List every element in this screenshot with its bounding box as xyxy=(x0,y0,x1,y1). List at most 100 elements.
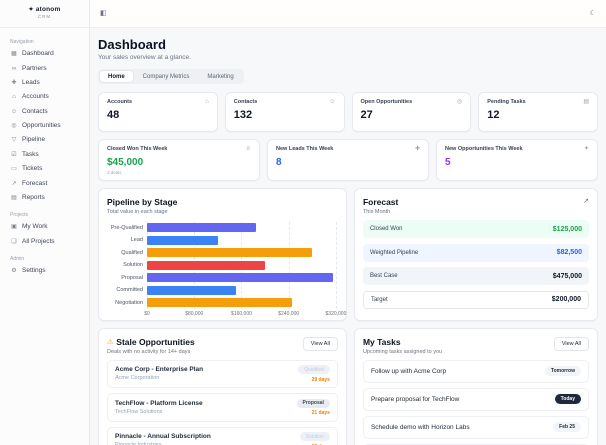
opportunity-item[interactable]: Acme Corp - Enterprise Plan Acme Corporat… xyxy=(107,359,338,388)
tab-company-metrics[interactable]: Company Metrics xyxy=(135,71,198,82)
chart-row-solution: Solution xyxy=(107,259,338,272)
sidebar-item-dashboard[interactable]: ▦ Dashboard xyxy=(0,47,89,61)
sidebar-item-label: Tickets xyxy=(22,165,43,173)
stat-card-value: 48 xyxy=(107,109,120,121)
highlight-card-closed-won-this-week: Closed Won This Week ♕ $45,000 3 deals xyxy=(98,139,260,181)
sidebar-item-label: Forecast xyxy=(22,179,48,187)
middle-row: Pipeline by Stage Total value in each st… xyxy=(98,188,598,321)
check-square-icon: ☑ xyxy=(11,151,17,158)
stale-subtitle: Deals with no activity for 14+ days xyxy=(107,348,191,355)
chart-category-label: Solution xyxy=(123,262,143,269)
task-item[interactable]: Follow up with Acme Corp Tomorrow xyxy=(362,359,589,383)
sidebar-toggle-icon[interactable]: ◧ xyxy=(100,10,107,18)
chart-row-qualified: Qualified xyxy=(107,247,338,260)
chart-row-negotiation: Negotiation xyxy=(107,297,338,310)
trend-up-icon: ↗ xyxy=(583,198,589,205)
highlight-card-note: 3 deals xyxy=(107,169,122,175)
sidebar-item-label: Reports xyxy=(22,193,45,201)
tab-home[interactable]: Home xyxy=(100,71,133,82)
sidebar-item-tasks[interactable]: ☑ Tasks xyxy=(0,148,89,162)
opportunity-name: Pinnacle - Annual Subscription xyxy=(115,433,211,441)
tasks-panel: My Tasks Upcoming tasks assigned to you … xyxy=(353,328,598,445)
highlights-row: Closed Won This Week ♕ $45,000 3 deals New L… xyxy=(98,139,598,181)
sidebar-item-label: Dashboard xyxy=(22,50,54,58)
forecast-title: Forecast xyxy=(362,197,399,207)
clipboard-icon: ▤ xyxy=(583,99,589,105)
pipeline-subtitle: Total value in each stage xyxy=(107,208,168,215)
stat-card-label: Open Opportunities xyxy=(360,99,413,105)
ticket-icon: ▭ xyxy=(11,166,17,173)
stale-opportunities-panel: ⚠ Stale Opportunities Deals with no acti… xyxy=(98,328,347,445)
chart-category-label: Pre-Qualified xyxy=(110,224,143,231)
sidebar-item-settings[interactable]: ⚙ Settings xyxy=(0,264,89,278)
sidebar-item-pipeline[interactable]: ▽ Pipeline xyxy=(0,133,89,147)
users-icon: ☺ xyxy=(10,108,18,115)
sidebar-item-label: Settings xyxy=(22,267,46,275)
sidebar-item-label: My Work xyxy=(22,223,48,231)
user-plus-icon: ✚ xyxy=(11,79,17,86)
forecast-row-value: $125,000 xyxy=(552,225,582,233)
forecast-row-label: Closed Won xyxy=(369,226,403,232)
user-plus-icon: ✚ xyxy=(414,146,420,152)
task-label: Prepare proposal for TechFlow xyxy=(370,395,460,403)
sidebar-item-label: Pipeline xyxy=(22,136,46,144)
highlight-card-label: New Opportunities This Week xyxy=(445,146,523,152)
sidebar-item-opportunities[interactable]: ◎ Opportunities xyxy=(0,119,89,133)
sidebar-item-reports[interactable]: ▤ Reports xyxy=(0,191,89,205)
x-tick-label: $80,000 xyxy=(185,311,204,317)
chart-bar-track xyxy=(147,260,336,270)
stale-title: Stale Opportunities xyxy=(116,337,195,347)
topbar: ◧ ☾ xyxy=(90,0,606,28)
trophy-icon: ♕ xyxy=(245,146,251,152)
task-item[interactable]: Schedule demo with Horizon Labs Feb 25 xyxy=(362,415,589,439)
stage-badge: Qualified xyxy=(298,365,330,374)
tab-bar: Home Company Metrics Marketing xyxy=(98,69,244,84)
opportunity-name: Acme Corp - Enterprise Plan xyxy=(115,366,204,374)
tasks-view-all-button[interactable]: View All xyxy=(553,337,589,351)
logo-subtext: CRM xyxy=(37,14,52,19)
stage-badge: Proposal xyxy=(296,398,330,408)
task-due-badge: Today xyxy=(554,394,581,404)
opportunity-item[interactable]: TechFlow - Platform License TechFlow Solu… xyxy=(107,393,338,422)
chart-category-label: Committed xyxy=(116,287,143,294)
chart-category-label: Negotiation xyxy=(115,299,143,306)
sidebar-item-my-work[interactable]: ▣ My Work xyxy=(0,220,89,234)
stale-list: Acme Corp - Enterprise Plan Acme Corporat… xyxy=(107,359,338,445)
sidebar-item-partners[interactable]: ∞ Partners xyxy=(0,61,89,75)
nav-section-label-admin: Admin xyxy=(10,255,25,262)
sidebar-item-contacts[interactable]: ☺ Contacts xyxy=(0,105,89,119)
sidebar-item-forecast[interactable]: ↗ Forecast xyxy=(0,176,89,190)
opportunity-item[interactable]: Pinnacle - Annual SubscriptionPinnacle I… xyxy=(107,426,338,445)
days-stale-label: 21 days xyxy=(311,410,330,416)
building-icon: ⌂ xyxy=(205,99,209,105)
sidebar-item-label: All Projects xyxy=(22,237,55,245)
chart-bar-lead xyxy=(147,235,218,245)
highlight-card-value: 8 xyxy=(276,157,282,168)
sidebar-item-accounts[interactable]: ⌂ Accounts xyxy=(0,90,89,104)
chart-bar-track xyxy=(147,235,336,245)
sidebar-item-leads[interactable]: ✚ Leads xyxy=(0,76,89,90)
main-content: Dashboard Your sales overview at a glanc… xyxy=(90,28,606,445)
sidebar-item-all-projects[interactable]: ❏ All Projects xyxy=(0,235,89,249)
forecast-row-value: $200,000 xyxy=(551,296,581,303)
stat-card-pending-tasks: Pending Tasks ▤ 12 xyxy=(478,92,598,132)
sidebar-item-tickets[interactable]: ▭ Tickets xyxy=(0,162,89,176)
highlight-card-value: 5 xyxy=(445,157,451,168)
forecast-row-target: Target $200,000 xyxy=(362,290,589,309)
forecast-row-value: $475,000 xyxy=(552,272,582,280)
forecast-row-weighted-pipeline: Weighted Pipeline $82,500 xyxy=(362,243,589,262)
stat-card-value: 12 xyxy=(487,109,500,121)
stale-view-all-button[interactable]: View All xyxy=(302,337,338,351)
pipeline-panel: Pipeline by Stage Total value in each st… xyxy=(98,188,347,321)
sidebar-item-label: Opportunities xyxy=(22,122,61,130)
tab-marketing[interactable]: Marketing xyxy=(199,71,241,82)
pipeline-title: Pipeline by Stage xyxy=(107,197,178,207)
task-due-badge: Feb 25 xyxy=(553,422,581,432)
logo-title: ✦ atonom xyxy=(0,6,89,13)
task-item[interactable]: Prepare proposal for TechFlow Today xyxy=(362,387,589,411)
theme-toggle-icon[interactable]: ☾ xyxy=(590,10,596,18)
x-tick-label: $0 xyxy=(144,311,150,317)
chart-bar-solution xyxy=(147,260,266,270)
nav-section-label-projects: Projects xyxy=(10,212,29,219)
sidebar: ✦ atonom CRM Navigation ▦ Dashboard ∞ Partne… xyxy=(0,0,90,445)
